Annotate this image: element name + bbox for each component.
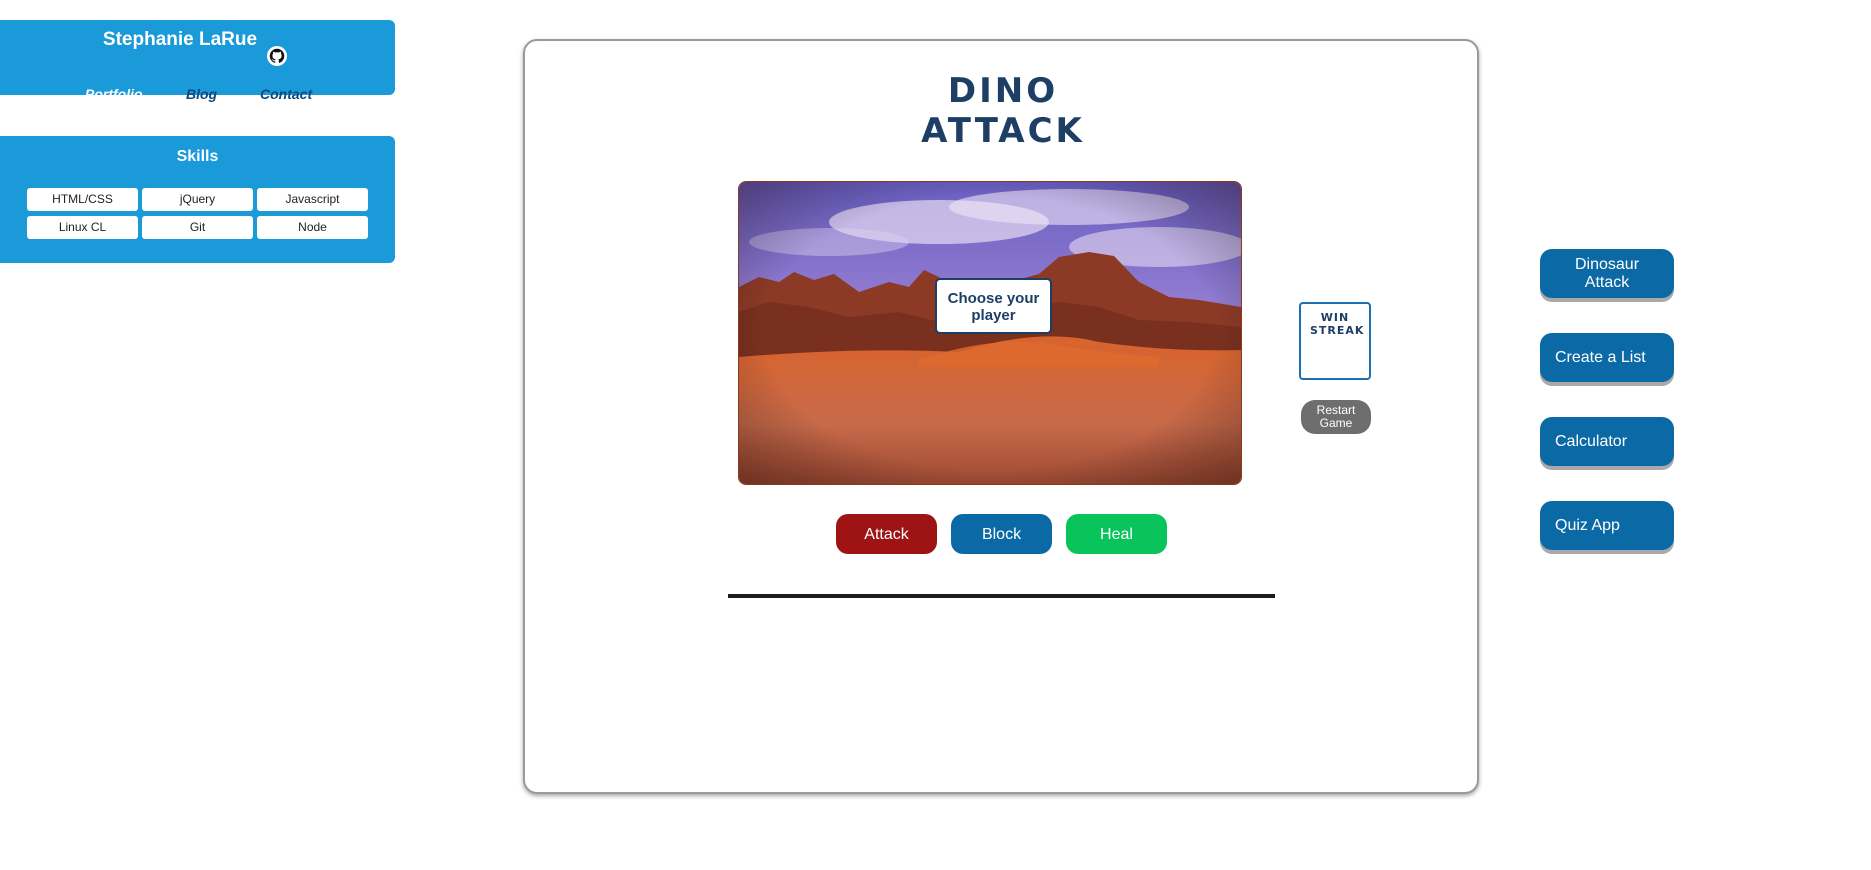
skill-badge: Git <box>142 216 253 239</box>
game-title: DINO ATTACK <box>525 71 1481 151</box>
restart-game-button[interactable]: Restart Game <box>1301 400 1371 434</box>
block-button[interactable]: Block <box>951 514 1052 554</box>
divider-line <box>728 594 1275 598</box>
skills-title: Skills <box>176 148 219 165</box>
nav-contact-link[interactable]: Contact <box>260 86 312 102</box>
skills-panel: Skills HTML/CSS jQuery Javascript Linux … <box>0 136 395 263</box>
restart-game-label: Restart Game <box>1316 403 1356 430</box>
nav-portfolio-link[interactable]: Portfolio <box>85 86 143 102</box>
skill-badge: Node <box>257 216 368 239</box>
project-calculator-button[interactable]: Calculator <box>1540 417 1674 466</box>
github-icon[interactable] <box>267 46 287 66</box>
choose-player-prompt[interactable]: Choose your player <box>935 278 1052 334</box>
project-quiz-app-button[interactable]: Quiz App <box>1540 501 1674 550</box>
skill-badge: HTML/CSS <box>27 188 138 211</box>
skill-badge: jQuery <box>142 188 253 211</box>
desert-scene-image: Choose your player <box>738 181 1242 485</box>
skill-badge: Javascript <box>257 188 368 211</box>
site-owner-name: Stephanie LaRue <box>102 29 258 50</box>
project-dinosaur-attack-button[interactable]: Dinosaur Attack <box>1540 249 1674 298</box>
win-streak-label: WIN STREAK <box>1310 311 1365 337</box>
heal-button[interactable]: Heal <box>1066 514 1167 554</box>
nav-blog-link[interactable]: Blog <box>186 86 217 102</box>
profile-header: Stephanie LaRue Portfolio Blog Contact <box>0 20 395 102</box>
win-streak-box: WIN STREAK <box>1299 302 1371 380</box>
skill-badge: Linux CL <box>27 216 138 239</box>
project-label: Dinosaur Attack <box>1574 256 1640 291</box>
attack-button[interactable]: Attack <box>836 514 937 554</box>
game-panel: DINO ATTACK Choose your player Attack Bl… <box>523 39 1479 794</box>
project-create-list-button[interactable]: Create a List <box>1540 333 1674 382</box>
game-title-text: DINO ATTACK <box>921 71 1085 151</box>
